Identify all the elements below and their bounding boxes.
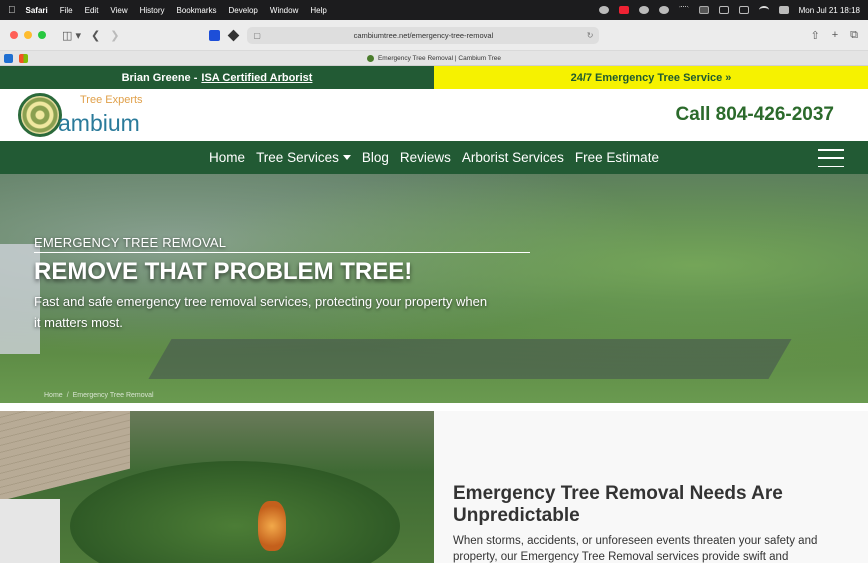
nav-tree-services-label: Tree Services bbox=[256, 150, 339, 165]
photo-tree-branches bbox=[70, 461, 400, 563]
menu-help[interactable]: Help bbox=[310, 6, 326, 15]
active-tab[interactable]: Emergency Tree Removal | Cambium Tree bbox=[0, 54, 868, 62]
tree-ring-logo-icon bbox=[18, 93, 62, 137]
hero-text: EMERGENCY TREE REMOVAL REMOVE THAT PROBL… bbox=[34, 235, 530, 333]
browser-toolbar: ◫ ▾ ❮ ❯ ▢ cambiumtree.net/emergency-tree… bbox=[0, 20, 868, 51]
call-phone-link[interactable]: Call 804-426-2037 bbox=[676, 104, 834, 126]
logo-name: ambium bbox=[58, 110, 140, 136]
status-area: Mon Jul 21 18:18 bbox=[598, 6, 860, 15]
photo-garage bbox=[0, 499, 60, 563]
site-favicon bbox=[366, 54, 374, 62]
arborist-name: Brian Greene - bbox=[121, 71, 198, 84]
intro-content: Emergency Tree Removal Needs Are Unpredi… bbox=[434, 411, 868, 563]
cambium-logo[interactable]: Tree Experts ambium bbox=[18, 91, 148, 139]
share-icon[interactable]: ⇧ bbox=[810, 29, 819, 42]
menu-edit[interactable]: Edit bbox=[85, 6, 99, 15]
section-heading: Emergency Tree Removal Needs Are Unpredi… bbox=[453, 483, 783, 526]
site-topbar: Brian Greene - ISA Certified Arborist 24… bbox=[0, 66, 868, 89]
apple-icon[interactable]:  bbox=[8, 5, 16, 16]
back-icon[interactable]: ❮ bbox=[91, 29, 100, 42]
password-extension-icon[interactable] bbox=[209, 29, 221, 41]
arborist-banner: Brian Greene - ISA Certified Arborist bbox=[0, 66, 434, 89]
zoom-window-button[interactable] bbox=[38, 31, 46, 39]
cloud-sync-icon[interactable] bbox=[658, 6, 669, 14]
nav-free-estimate[interactable]: Free Estimate bbox=[575, 150, 659, 165]
menu-window[interactable]: Window bbox=[270, 6, 298, 15]
forward-icon[interactable]: ❯ bbox=[110, 29, 119, 42]
dropdown-caret-icon bbox=[342, 155, 351, 160]
emergency-service-link[interactable]: 24/7 Emergency Tree Service » bbox=[434, 66, 868, 89]
menubar-datetime[interactable]: Mon Jul 21 18:18 bbox=[799, 6, 860, 15]
main-nav: Home Tree Services Blog Reviews Arborist… bbox=[0, 141, 868, 174]
menu-file[interactable]: File bbox=[60, 6, 73, 15]
hero-kicker: EMERGENCY TREE REMOVAL bbox=[34, 235, 530, 253]
logo-tagline: Tree Experts bbox=[80, 94, 143, 106]
status-extension-icon[interactable] bbox=[618, 6, 629, 14]
photo-broken-trunk bbox=[258, 501, 286, 551]
cloud-icon[interactable] bbox=[638, 6, 649, 14]
hero-description: Fast and safe emergency tree removal ser… bbox=[34, 294, 488, 330]
menu-view[interactable]: View bbox=[110, 6, 127, 15]
page-menu-icon[interactable]: ▢ bbox=[253, 31, 261, 40]
section-divider bbox=[0, 403, 868, 411]
nav-tree-services[interactable]: Tree Services bbox=[256, 150, 351, 165]
intro-section: Emergency Tree Removal Needs Are Unpredi… bbox=[0, 411, 868, 563]
hero-title: REMOVE THAT PROBLEM TREE! bbox=[34, 258, 413, 285]
breadcrumb-current: Emergency Tree Removal bbox=[72, 392, 154, 399]
fallen-tree-photo bbox=[0, 411, 434, 563]
toolbar-right-actions: ⇧ + ⧉ bbox=[810, 29, 858, 42]
hero-banner: EMERGENCY TREE REMOVAL REMOVE THAT PROBL… bbox=[0, 174, 868, 403]
activity-icon[interactable] bbox=[678, 6, 689, 14]
tab-bar: Emergency Tree Removal | Cambium Tree bbox=[0, 51, 868, 66]
menu-bookmarks[interactable]: Bookmarks bbox=[177, 6, 217, 15]
window-controls bbox=[10, 31, 46, 39]
wifi-icon[interactable] bbox=[758, 6, 769, 14]
battery-icon[interactable] bbox=[738, 6, 749, 14]
sidebar-toggle-icon[interactable]: ◫ ▾ bbox=[62, 29, 81, 42]
nav-reviews[interactable]: Reviews bbox=[400, 150, 451, 165]
reload-icon[interactable]: ↻ bbox=[587, 31, 594, 40]
s-app-icon[interactable] bbox=[698, 6, 709, 14]
new-tab-icon[interactable]: + bbox=[832, 29, 838, 42]
display-icon[interactable] bbox=[718, 6, 729, 14]
nav-arborist-services[interactable]: Arborist Services bbox=[462, 150, 564, 165]
close-window-button[interactable] bbox=[10, 31, 18, 39]
control-center-icon[interactable] bbox=[778, 6, 789, 14]
hero-road-shape bbox=[148, 339, 792, 379]
section-body: When storms, accidents, or unforeseen ev… bbox=[453, 535, 818, 563]
status-app-icon[interactable] bbox=[598, 6, 609, 14]
minimize-window-button[interactable] bbox=[24, 31, 32, 39]
nav-blog[interactable]: Blog bbox=[362, 150, 389, 165]
address-bar[interactable]: ▢ cambiumtree.net/emergency-tree-removal… bbox=[247, 26, 600, 44]
layers-extension-icon[interactable] bbox=[228, 29, 240, 41]
menu-develop[interactable]: Develop bbox=[229, 6, 258, 15]
breadcrumb: Home / Emergency Tree Removal bbox=[44, 392, 154, 399]
breadcrumb-home[interactable]: Home bbox=[44, 392, 63, 399]
menu-history[interactable]: History bbox=[140, 6, 165, 15]
menu-app-name[interactable]: Safari bbox=[26, 6, 48, 15]
url-text: cambiumtree.net/emergency-tree-removal bbox=[353, 30, 494, 40]
site-header: Tree Experts ambium Call 804-426-2037 bbox=[0, 89, 868, 141]
macos-menubar:  Safari File Edit View History Bookmark… bbox=[0, 0, 868, 20]
tab-title: Emergency Tree Removal | Cambium Tree bbox=[377, 54, 502, 62]
isa-certified-link[interactable]: ISA Certified Arborist bbox=[201, 72, 312, 84]
nav-home[interactable]: Home bbox=[209, 150, 245, 165]
tab-overview-icon[interactable]: ⧉ bbox=[850, 29, 858, 42]
hamburger-menu-icon[interactable] bbox=[818, 149, 844, 167]
